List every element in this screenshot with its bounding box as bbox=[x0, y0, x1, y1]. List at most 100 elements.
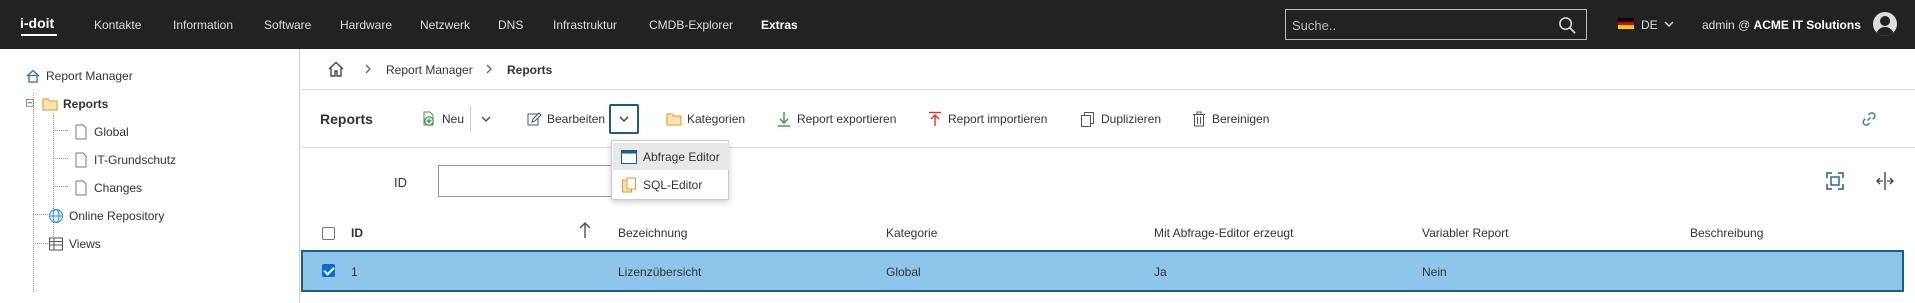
column-header-id[interactable]: ID bbox=[351, 226, 363, 240]
cleanup-button-label: Bereinigen bbox=[1212, 112, 1270, 126]
cell-name: Lizenzübersicht bbox=[618, 265, 702, 279]
nav-item-hardware[interactable]: Hardware bbox=[340, 18, 392, 32]
breadcrumb: Report Manager Reports bbox=[301, 49, 1915, 90]
import-report-button[interactable]: Report importieren bbox=[927, 104, 1047, 134]
table-icon bbox=[49, 237, 63, 251]
cell-id: 1 bbox=[351, 265, 358, 279]
export-icon bbox=[778, 112, 790, 127]
edit-button[interactable]: Bearbeiten bbox=[526, 104, 605, 134]
categories-button-label: Kategorien bbox=[687, 112, 746, 126]
cell-query-editor: Ja bbox=[1154, 265, 1167, 279]
sidebar-item-label: Report Manager bbox=[46, 69, 133, 83]
edit-dropdown-menu: Abfrage Editor SQL-Editor bbox=[611, 140, 729, 200]
nav-item-extras[interactable]: Extras bbox=[761, 18, 798, 32]
nav-item-kontakte[interactable]: Kontakte bbox=[94, 18, 141, 32]
globe-icon bbox=[49, 209, 63, 223]
menu-item-label: SQL-Editor bbox=[643, 177, 703, 192]
export-report-label: Report exportieren bbox=[797, 112, 897, 126]
folder-icon bbox=[666, 113, 682, 126]
cell-category: Global bbox=[886, 265, 921, 279]
new-dropdown-toggle[interactable] bbox=[471, 104, 501, 134]
sidebar-item-reports[interactable]: Reports bbox=[26, 96, 108, 112]
sort-ascending-icon[interactable] bbox=[578, 220, 592, 240]
action-toolbar: Reports Neu Bearbeiten Kategorien Report… bbox=[301, 90, 1915, 148]
fit-columns-icon[interactable] bbox=[1823, 169, 1847, 193]
cleanup-button[interactable]: Bereinigen bbox=[1191, 104, 1269, 134]
user-menu[interactable]: admin @ ACME IT Solutions bbox=[1702, 18, 1861, 32]
language-selector[interactable]: DE bbox=[1641, 18, 1658, 32]
duplicate-button[interactable]: Duplizieren bbox=[1080, 104, 1161, 134]
menu-item-query-editor[interactable]: Abfrage Editor bbox=[613, 143, 729, 170]
column-header-query-editor[interactable]: Mit Abfrage-Editor erzeugt bbox=[1154, 226, 1293, 240]
sidebar-item-views[interactable]: Views bbox=[48, 236, 101, 252]
nav-item-infrastruktur[interactable]: Infrastruktur bbox=[553, 18, 617, 32]
breadcrumb-report-manager[interactable]: Report Manager bbox=[386, 63, 473, 77]
edit-icon bbox=[527, 112, 542, 126]
document-icon bbox=[75, 152, 87, 168]
home-icon[interactable] bbox=[327, 60, 345, 78]
trash-icon bbox=[1193, 111, 1205, 127]
nav-item-netzwerk[interactable]: Netzwerk bbox=[420, 18, 470, 32]
top-navigation-bar: i-doit Kontakte Information Software Har… bbox=[0, 0, 1915, 49]
cell-variable: Nein bbox=[1422, 265, 1447, 279]
export-report-button[interactable]: Report exportieren bbox=[776, 104, 896, 134]
id-filter-label: ID bbox=[394, 175, 407, 190]
database-document-icon bbox=[622, 177, 636, 192]
window-icon bbox=[621, 149, 637, 164]
german-flag-icon[interactable] bbox=[1618, 18, 1634, 29]
sidebar-tree: Report Manager Reports Global IT-Grundsc… bbox=[0, 49, 300, 303]
new-button-label: Neu bbox=[442, 112, 465, 126]
resize-columns-icon[interactable] bbox=[1873, 169, 1897, 193]
copy-icon bbox=[1081, 112, 1094, 127]
column-header-variable[interactable]: Variabler Report bbox=[1422, 226, 1508, 240]
chevron-down-icon[interactable] bbox=[1663, 18, 1675, 30]
search-box bbox=[1285, 9, 1587, 40]
chevron-right-icon bbox=[486, 64, 492, 74]
import-icon bbox=[929, 111, 941, 126]
sidebar-item-label: Online Repository bbox=[69, 209, 165, 223]
menu-item-label: Abfrage Editor bbox=[643, 149, 720, 164]
sidebar-item-it-grundschutz[interactable]: IT-Grundschutz bbox=[73, 152, 176, 168]
folder-icon bbox=[42, 98, 58, 111]
duplicate-button-label: Duplizieren bbox=[1101, 112, 1162, 126]
row-checkbox[interactable] bbox=[322, 264, 335, 277]
search-icon[interactable] bbox=[1558, 16, 1577, 35]
collapse-icon[interactable] bbox=[26, 98, 37, 110]
edit-dropdown-toggle[interactable] bbox=[609, 104, 639, 134]
breadcrumb-reports: Reports bbox=[507, 63, 553, 77]
nav-item-dns[interactable]: DNS bbox=[498, 18, 523, 32]
sidebar-item-global[interactable]: Global bbox=[73, 124, 129, 140]
column-header-category[interactable]: Kategorie bbox=[886, 226, 937, 240]
categories-button[interactable]: Kategorien bbox=[666, 104, 745, 134]
nav-item-information[interactable]: Information bbox=[173, 18, 233, 32]
link-icon[interactable] bbox=[1860, 110, 1878, 128]
sidebar-item-label: IT-Grundschutz bbox=[94, 153, 177, 167]
app-logo[interactable]: i-doit bbox=[20, 15, 60, 36]
sidebar-item-label: Views bbox=[69, 237, 101, 251]
sidebar-item-report-manager[interactable]: Report Manager bbox=[25, 68, 133, 84]
nav-item-cmdb-explorer[interactable]: CMDB-Explorer bbox=[649, 18, 733, 32]
sidebar-item-label: Changes bbox=[94, 181, 143, 195]
document-icon bbox=[75, 124, 87, 140]
edit-button-label: Bearbeiten bbox=[547, 112, 606, 126]
chevron-right-icon bbox=[365, 64, 371, 74]
add-document-icon bbox=[423, 111, 434, 126]
page-title: Reports bbox=[320, 111, 373, 127]
menu-item-sql-editor[interactable]: SQL-Editor bbox=[613, 171, 729, 198]
avatar[interactable] bbox=[1873, 12, 1897, 36]
document-icon bbox=[75, 180, 87, 196]
new-button[interactable]: Neu bbox=[421, 104, 464, 134]
home-icon bbox=[26, 69, 40, 83]
search-input[interactable] bbox=[1292, 16, 1547, 34]
table-header: ID Bezeichnung Kategorie Mit Abfrage-Edi… bbox=[301, 216, 1915, 250]
select-all-checkbox[interactable] bbox=[322, 227, 335, 240]
sidebar-item-online-repository[interactable]: Online Repository bbox=[48, 208, 164, 224]
sidebar-item-label: Reports bbox=[63, 97, 109, 111]
sidebar-item-changes[interactable]: Changes bbox=[73, 180, 142, 196]
table-row[interactable]: 1 Lizenzübersicht Global Ja Nein bbox=[301, 250, 1904, 292]
column-header-description[interactable]: Beschreibung bbox=[1690, 226, 1763, 240]
user-name: admin @ bbox=[1702, 18, 1751, 32]
column-header-name[interactable]: Bezeichnung bbox=[618, 226, 687, 240]
nav-item-software[interactable]: Software bbox=[264, 18, 311, 32]
import-report-label: Report importieren bbox=[948, 112, 1048, 126]
